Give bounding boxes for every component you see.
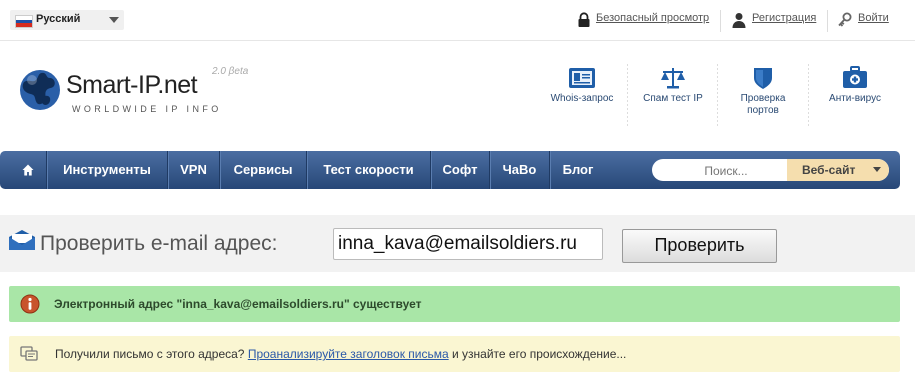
nav-home[interactable]: [0, 151, 46, 189]
whois-card-icon: [569, 68, 595, 88]
nav-item-tools[interactable]: Инструменты: [47, 151, 167, 189]
message-icon: [20, 346, 38, 361]
hint-message: Получили письмо с этого адреса? Проанали…: [9, 336, 900, 372]
result-text: Электронный адрес "inna_kava@emailsoldie…: [54, 297, 422, 311]
main-nav: Инструменты VPN Сервисы Тест скорости Со…: [0, 151, 900, 189]
search-box: Веб-сайт: [652, 159, 889, 181]
tool-whois[interactable]: Whois-запрос: [545, 66, 619, 105]
divider: [808, 64, 809, 126]
home-icon: [22, 164, 34, 176]
nav-item-vpn[interactable]: VPN: [168, 151, 219, 189]
user-icon: [732, 13, 746, 28]
tool-label: Анти-вирус: [829, 93, 881, 104]
check-button[interactable]: Проверить: [622, 229, 777, 263]
nav-item-services[interactable]: Сервисы: [220, 151, 306, 189]
chevron-down-icon: [109, 17, 119, 23]
scales-icon: [661, 68, 685, 89]
login-link[interactable]: Войти: [858, 12, 889, 24]
email-field[interactable]: inna_kava@emailsoldiers.ru: [333, 228, 603, 260]
hint-suffix: и узнайте его происхождение...: [452, 347, 627, 361]
search-scope-select[interactable]: Веб-сайт: [787, 159, 889, 181]
info-icon: [20, 294, 40, 314]
shield-icon: [754, 68, 772, 89]
divider: [720, 10, 721, 32]
nav-item-software[interactable]: Софт: [431, 151, 489, 189]
tool-spam-test[interactable]: Спам тест IP: [636, 66, 710, 105]
check-label: Проверить e-mail адрес:: [40, 232, 278, 255]
key-icon: [838, 12, 852, 27]
lock-icon: [578, 12, 590, 27]
tool-label: Проверка портов: [740, 93, 786, 116]
tool-antivirus[interactable]: Анти-вирус: [818, 66, 892, 105]
search-input[interactable]: [662, 159, 790, 181]
divider: [717, 64, 718, 126]
language-select[interactable]: Русский: [10, 10, 124, 30]
register-link[interactable]: Регистрация: [752, 12, 816, 24]
russia-flag-icon: [15, 15, 33, 28]
safe-browsing-link[interactable]: Безопасный просмотр: [596, 12, 709, 24]
result-message: Электронный адрес "inna_kava@emailsoldie…: [9, 286, 900, 322]
site-tagline: WORLDWIDE IP INFO: [72, 104, 222, 114]
medkit-icon: [843, 66, 867, 88]
nav-item-blog[interactable]: Блог: [550, 151, 606, 189]
divider: [627, 64, 628, 126]
site-title[interactable]: Smart-IP.net: [66, 71, 198, 100]
nav-item-speed-test[interactable]: Тест скорости: [307, 151, 430, 189]
top-bar: Русский Безопасный просмотр Регистрация …: [0, 0, 915, 41]
chevron-down-icon: [873, 167, 881, 172]
analyze-header-link[interactable]: Проанализируйте заголовок письма: [248, 347, 449, 361]
search-scope-label: Веб-сайт: [802, 163, 856, 177]
tool-label: Whois-запрос: [550, 93, 614, 104]
version-label: 2.0 βeta: [212, 66, 249, 77]
globe-logo-icon[interactable]: [18, 66, 64, 116]
hint-text: Получили письмо с этого адреса? Проанали…: [55, 347, 626, 361]
tool-label: Спам тест IP: [643, 93, 703, 104]
tool-port-check[interactable]: Проверка портов: [726, 66, 800, 117]
email-check-bar: Проверить e-mail адрес: inna_kava@emails…: [0, 215, 915, 272]
hint-prefix: Получили письмо с этого адреса?: [55, 347, 245, 361]
nav-item-faq[interactable]: ЧаВо: [490, 151, 549, 189]
divider: [827, 10, 828, 32]
language-label: Русский: [36, 13, 81, 25]
envelope-icon: [9, 230, 35, 250]
